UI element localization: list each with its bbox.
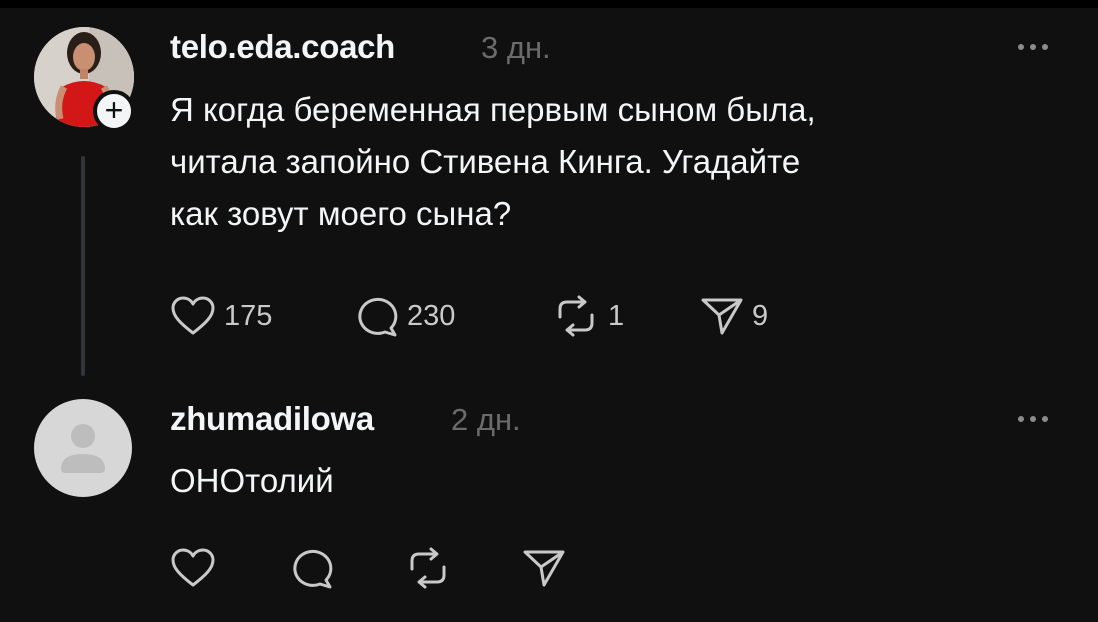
reply-like-button[interactable] <box>170 548 216 588</box>
repost-icon <box>558 295 594 337</box>
comment-bubble-icon <box>358 297 398 337</box>
like-count: 175 <box>224 299 273 332</box>
default-avatar-icon <box>61 424 105 473</box>
share-count: 9 <box>752 299 769 332</box>
comment-button[interactable]: 230 <box>355 295 455 337</box>
repost-count: 1 <box>608 299 625 332</box>
follow-plus-button[interactable]: + <box>93 90 135 132</box>
top-edge <box>0 0 1098 8</box>
thread-connector-line <box>81 156 85 376</box>
post-text-line: Я когда беременная первым сыном была, <box>170 91 816 128</box>
post-more-icon[interactable] <box>1018 41 1058 51</box>
send-icon <box>523 550 565 587</box>
post-timestamp[interactable]: 3 дн. <box>481 30 551 66</box>
reply-comment-button[interactable] <box>290 547 334 589</box>
heart-icon <box>171 548 215 587</box>
post-text-line: читала запойно Стивена Кинга. Угадайте <box>170 143 801 180</box>
like-button[interactable]: 175 <box>170 296 272 336</box>
post-text-line: как зовут моего сына? <box>170 195 512 232</box>
reply-avatar[interactable] <box>34 399 132 497</box>
heart-icon <box>171 296 215 335</box>
reply-timestamp[interactable]: 2 дн. <box>451 402 521 438</box>
reply-more-icon[interactable] <box>1018 413 1058 423</box>
reply-share-button[interactable] <box>522 548 566 588</box>
send-icon <box>701 298 743 335</box>
reply-username[interactable]: zhumadilowa <box>170 400 374 438</box>
repost-button[interactable]: 1 <box>552 295 624 337</box>
comment-bubble-icon <box>293 549 333 589</box>
repost-icon <box>410 547 446 589</box>
reply-body: ОНОтолий <box>170 462 334 499</box>
post-body: Я когда беременная первым сыном была, чи… <box>170 84 1050 240</box>
reply-repost-button[interactable] <box>404 547 452 589</box>
post-username[interactable]: telo.eda.coach <box>170 28 395 66</box>
comment-count: 230 <box>407 299 456 332</box>
share-button[interactable]: 9 <box>700 296 768 336</box>
